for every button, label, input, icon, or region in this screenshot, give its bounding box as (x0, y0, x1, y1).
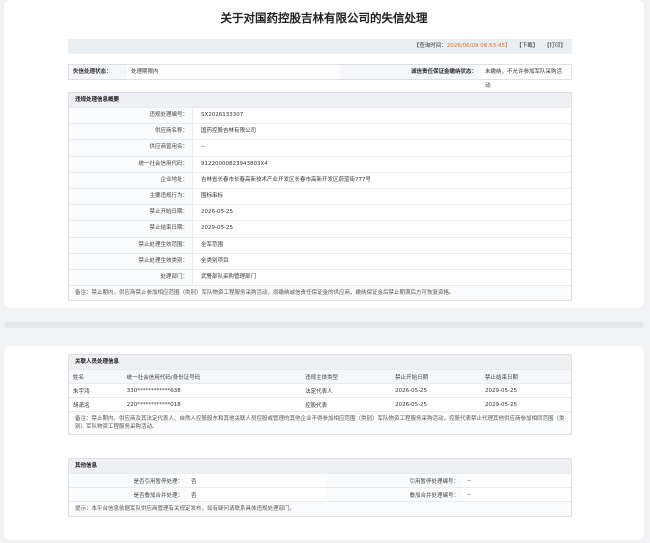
info-label: 统一社会信用代码： (69, 156, 193, 172)
info-row: 主要违规行为： 围标串标 (69, 187, 571, 205)
deposit-value: 未缴纳，不允许参加军队采购活动 (485, 69, 563, 89)
violation-section: 违规处理信息概要 违规处理编号： SX2026133307 供应商名称： 国药控股吉林… (68, 92, 572, 302)
info-label: 禁止处理生效范围： (69, 237, 193, 253)
col-code: 统一社会信用代码/身份证号码 (122, 369, 302, 384)
info-value: 全军范围 (201, 241, 224, 248)
toolbar: 【查询时间：2026/06/09 08:53:45】 【下载】 【打印】 (68, 39, 572, 54)
info-row: 违规处理编号： SX2026133307 (69, 107, 571, 124)
persons-section: 关联人员处理信息 姓名 统一社会信用代码/身份证号码 违规主体类型 禁止开始日期… (68, 354, 572, 435)
info-row: 供应商曾用名： -- (69, 139, 571, 156)
info-value: 全类别项目 (201, 257, 229, 264)
other-table: 是否引用暂停处理： 否 引用暂停处理编号： -- 是否叠加合并处理： 否 叠加合… (69, 473, 571, 501)
violation-card: 关于对国药控股吉林有限公司的失信处理 【查询时间：2026/06/09 08:5… (4, 0, 644, 308)
ref-suspend-no-value: -- (463, 473, 571, 488)
other-heading: 其他信息 (69, 459, 571, 473)
info-value: 围标串标 (201, 192, 224, 199)
related-card: 关联人员处理信息 姓名 统一社会信用代码/身份证号码 违规主体类型 禁止开始日期… (4, 346, 644, 540)
merge-value: 否 (187, 487, 325, 501)
info-value: SX2026133307 (201, 112, 244, 118)
cell: 2026-05-25 (391, 383, 482, 398)
cell: 2029-05-25 (481, 397, 571, 411)
violation-heading: 违规处理信息概要 (69, 93, 571, 107)
ref-suspend-value: 否 (187, 473, 325, 488)
info-label: 主要违规行为： (69, 188, 193, 205)
info-value: 2026-05-25 (201, 209, 233, 216)
merge-no-value: -- (463, 487, 571, 501)
other-note: 提示：本平台信息依据军队供应商管理有关规定发布，如有疑问请联系具体违规处理部门。 (69, 501, 571, 516)
cell: 220************018 (122, 397, 302, 411)
info-value: 2029-05-25 (201, 225, 233, 232)
page-title: 关于对国药控股吉林有限公司的失信处理 (220, 11, 428, 25)
table-row: 是否引用暂停处理： 否 引用暂停处理编号： -- (69, 473, 571, 488)
info-label: 供应商曾用名： (69, 140, 193, 156)
cell: 控股代表 (301, 397, 392, 411)
info-value: 91220000823943803X4 (201, 160, 268, 167)
cell: 法定代表人 (301, 383, 392, 398)
table-row: 朱宇鸿 330************638 法定代表人 2026-05-25 … (69, 383, 571, 398)
divider-bar (4, 322, 644, 328)
ref-suspend-no-label: 引用暂停处理编号： (325, 473, 463, 488)
deposit-label: 诚信责任保证金缴纳状态： (339, 65, 481, 79)
col-name: 姓名 (69, 369, 123, 384)
query-time-value: 2026/06/09 08:53:45】 (446, 43, 511, 49)
info-row: 供应商名称： 国药控股吉林有限公司 (69, 123, 571, 140)
info-label: 供应商名称： (69, 124, 193, 140)
persons-note: 备注：禁止期内，供应商及其法定代表人、自然人控股股东和其他关联人员控股或管理的其… (69, 411, 571, 434)
info-row: 禁止处理生效类别： 全类别项目 (69, 252, 571, 269)
table-row: 是否叠加合并处理： 否 叠加合并处理编号： -- (69, 487, 571, 501)
ref-suspend-label: 是否引用暂停处理： (69, 473, 187, 488)
info-row: 企业地址： 吉林省长春市长春高新技术产业开发区长春市高新开发区蔚蓝街777号 (69, 171, 571, 188)
table-row: 胡潇洺 220************018 控股代表 2026-05-25 2… (69, 397, 571, 411)
info-value: 武警部队采购管理部门 (201, 273, 257, 280)
col-end: 禁止结束日期 (481, 369, 571, 384)
status-row: 失信处理状态： 处理期限内 诚信责任保证金缴纳状态： 未缴纳，不允许参加军队采购… (68, 64, 572, 89)
col-start: 禁止开始日期 (391, 369, 482, 384)
other-section: 其他信息 是否引用暂停处理： 否 引用暂停处理编号： -- 是否叠加合并处理： … (68, 458, 572, 517)
cell: 330************638 (122, 383, 302, 398)
cell: 2029-05-25 (481, 383, 571, 398)
info-row: 禁止处理生效范围： 全军范围 (69, 236, 571, 253)
violation-note: 备注：禁止期内，供应商禁止参加相应范围（类别）军队物资工程服务采购活动，原缴纳诚… (69, 285, 571, 301)
info-row: 禁止开始日期： 2026-05-25 (69, 204, 571, 221)
status-value: 处理期限内 (131, 69, 159, 75)
merge-label: 是否叠加合并处理： (69, 487, 187, 501)
query-time-label: 【查询时间： (413, 43, 447, 49)
persons-table: 姓名 统一社会信用代码/身份证号码 违规主体类型 禁止开始日期 禁止结束日期 朱… (69, 369, 571, 411)
status-label: 失信处理状态： (69, 65, 127, 79)
persons-heading: 关联人员处理信息 (69, 355, 571, 369)
info-value: 吉林省长春市长春高新技术产业开发区长春市高新开发区蔚蓝街777号 (201, 176, 372, 183)
info-label: 禁止结束日期： (69, 221, 193, 237)
info-row: 禁止结束日期： 2029-05-25 (69, 220, 571, 237)
info-row: 处理部门： 武警部队采购管理部门 (69, 268, 571, 286)
info-value: -- (201, 144, 205, 151)
info-label: 企业地址： (69, 172, 193, 188)
info-label: 禁止处理生效类别： (69, 253, 193, 269)
download-link[interactable]: 【下载】 (516, 43, 538, 49)
merge-no-label: 叠加合并处理编号： (325, 487, 463, 501)
info-value: 国药控股吉林有限公司 (201, 128, 257, 135)
cell: 朱宇鸿 (69, 383, 123, 398)
col-type: 违规主体类型 (301, 369, 392, 384)
cell: 2026-05-25 (391, 397, 482, 411)
info-row: 统一社会信用代码： 91220000823943803X4 (69, 155, 571, 172)
print-link[interactable]: 【打印】 (544, 43, 566, 49)
info-label: 违规处理编号： (69, 108, 193, 124)
cell: 胡潇洺 (69, 397, 123, 411)
info-label: 处理部门： (69, 269, 193, 286)
info-label: 禁止开始日期： (69, 205, 193, 221)
